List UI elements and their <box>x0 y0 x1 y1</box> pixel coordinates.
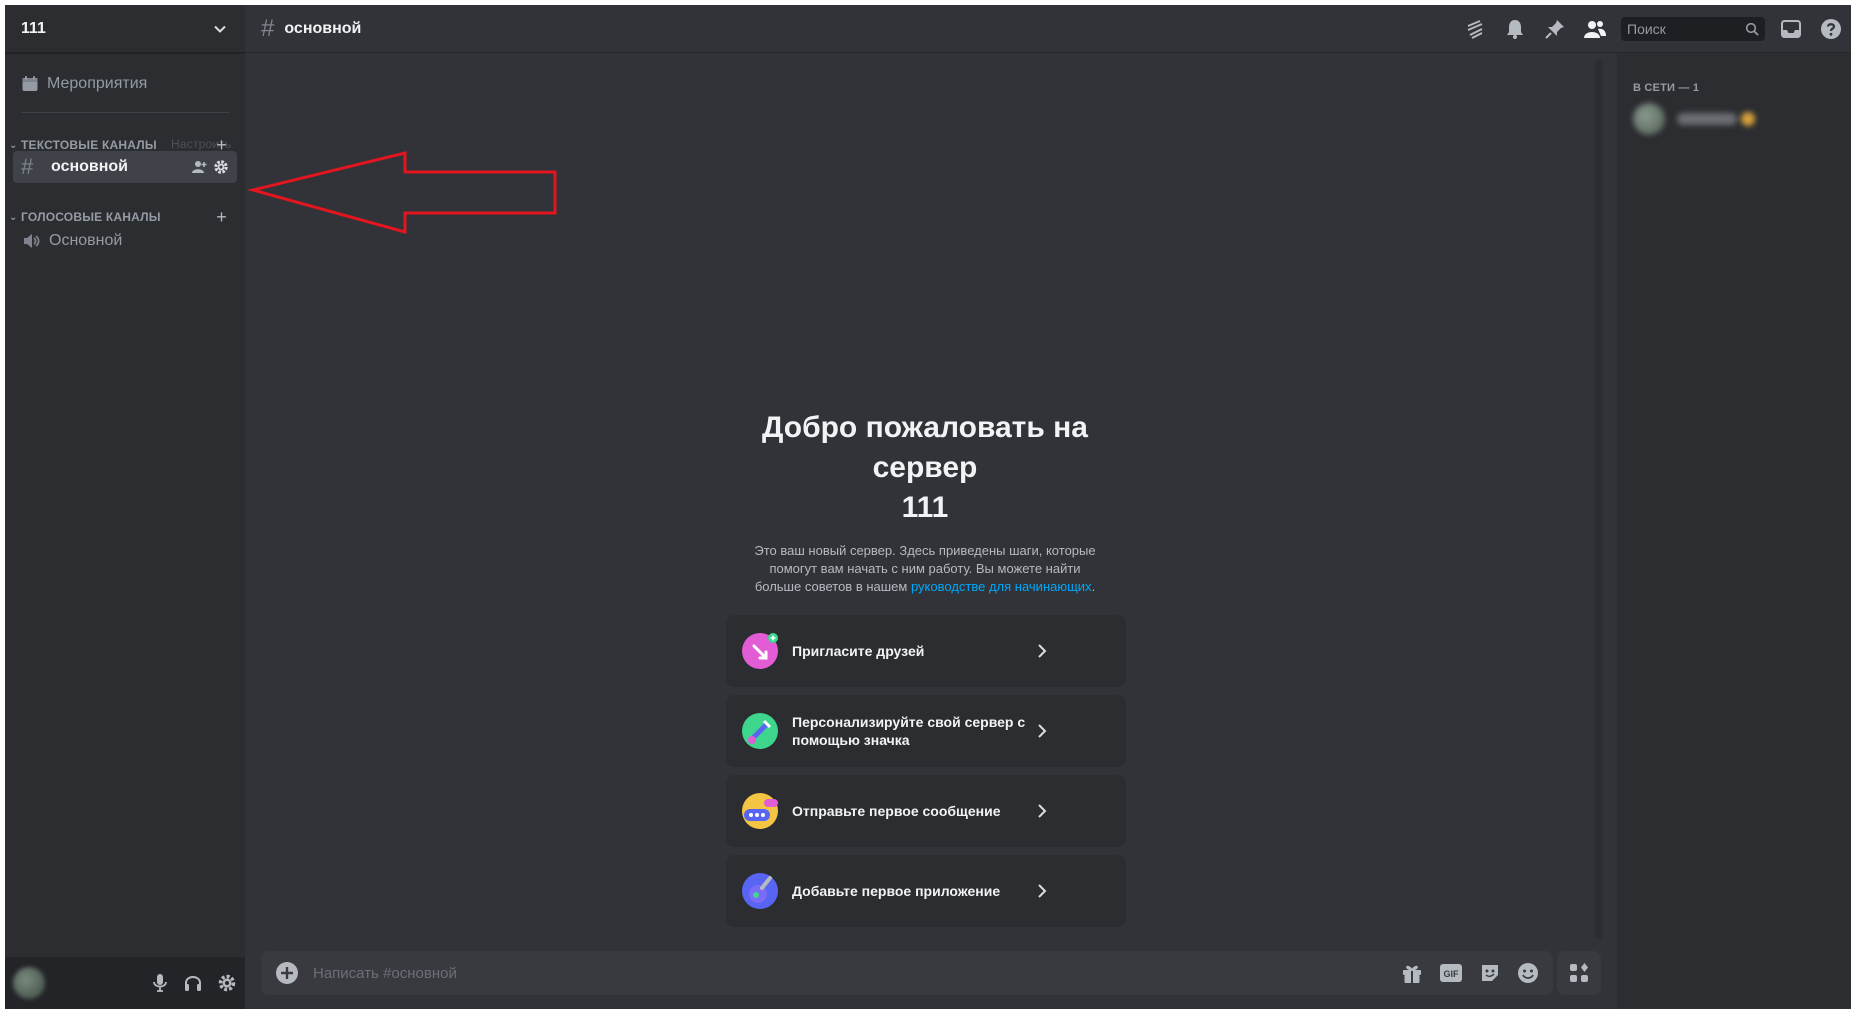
personalize-server-card[interactable]: Персонализируйте свой сервер с помощью з… <box>726 695 1126 767</box>
sidebar-divider <box>21 112 229 113</box>
avatar <box>1633 103 1665 135</box>
chevron-down-icon[interactable] <box>211 20 229 38</box>
help-icon[interactable] <box>1811 5 1851 53</box>
channel-title: основной <box>284 19 362 37</box>
chevron-right-icon <box>1032 803 1052 819</box>
voice-channel-item-osnovnoi[interactable]: Основной <box>13 225 237 257</box>
pin-icon[interactable] <box>1535 5 1575 53</box>
app-launcher-button[interactable] <box>1557 951 1601 995</box>
events-item[interactable]: Мероприятия <box>13 67 237 101</box>
welcome-section: Добро пожаловать на сервер 111 Это ваш н… <box>725 408 1125 596</box>
message-composer[interactable]: Написать #основной GIF <box>261 951 1553 995</box>
message-input-placeholder: Написать #основной <box>313 964 457 982</box>
apps-grid-icon <box>1570 963 1588 982</box>
emoji-icon[interactable] <box>1517 962 1539 984</box>
create-channel-plus-icon[interactable]: + <box>216 207 227 227</box>
gift-icon[interactable] <box>1401 962 1423 984</box>
brush-icon <box>742 713 778 749</box>
first-message-card[interactable]: Отправьте первое сообщение <box>726 775 1126 847</box>
card-label: Добавьте первое приложение <box>792 883 1001 899</box>
hash-icon: # <box>261 14 275 42</box>
svg-text:GIF: GIF <box>1444 969 1460 979</box>
gear-icon[interactable] <box>217 973 237 993</box>
card-label: Пригласите друзей <box>792 643 925 659</box>
app-icon <box>742 873 778 909</box>
caret-down-icon: ⌄ <box>9 139 18 151</box>
welcome-text-end: . <box>1091 579 1096 594</box>
threads-icon[interactable] <box>1455 5 1495 53</box>
category-label: ГОЛОСОВЫЕ КАНАЛЫ <box>21 210 161 224</box>
category-voice-channels[interactable]: ⌄ ГОЛОСОВЫЕ КАНАЛЫ + <box>5 207 245 227</box>
chat-area: Добро пожаловать на сервер 111 Это ваш н… <box>245 53 1607 1009</box>
server-header[interactable]: 111 <box>5 5 245 53</box>
headphones-icon[interactable] <box>183 973 203 993</box>
member-item[interactable] <box>1633 103 1755 135</box>
channel-sidebar: 111 Мероприятия ⌄ ТЕКСТОВЫЕ КАНАЛЫ Настр… <box>5 5 245 1009</box>
online-group-label: В СЕТИ — 1 <box>1633 82 1700 94</box>
server-name: 111 <box>21 19 46 37</box>
gif-icon[interactable]: GIF <box>1439 962 1463 984</box>
search-placeholder: Поиск <box>1627 21 1666 37</box>
invite-icon <box>742 633 778 669</box>
member-name-blurred <box>1677 113 1737 125</box>
scrollbar[interactable] <box>1595 59 1603 939</box>
welcome-title-text: Добро пожаловать на сервер <box>762 411 1088 484</box>
invite-friends-card[interactable]: Пригласите друзей <box>726 615 1126 687</box>
category-label: ТЕКСТОВЫЕ КАНАЛЫ <box>21 138 157 152</box>
chevron-right-icon <box>1032 883 1052 899</box>
card-label: Персонализируйте свой сервер с помощью з… <box>792 714 1026 748</box>
chevron-right-icon <box>1032 723 1052 739</box>
welcome-title: Добро пожаловать на сервер 111 <box>725 408 1125 528</box>
invite-member-icon[interactable] <box>191 159 207 175</box>
search-input[interactable]: Поиск <box>1621 17 1765 41</box>
user-panel: ​ ​ <box>5 957 245 1009</box>
search-icon <box>1745 22 1759 36</box>
add-app-card[interactable]: Добавьте первое приложение <box>726 855 1126 927</box>
chevron-right-icon <box>1032 643 1052 659</box>
card-label: Отправьте первое сообщение <box>792 803 1001 819</box>
members-icon[interactable] <box>1575 5 1615 53</box>
channel-name: Основной <box>49 232 123 249</box>
gear-icon[interactable] <box>213 159 229 175</box>
sticker-icon[interactable] <box>1479 962 1501 984</box>
caret-down-icon: ⌄ <box>9 211 18 223</box>
onboarding-cards: Пригласите друзей Персонализируйте свой … <box>726 615 1126 935</box>
user-status-blurred: ​ <box>53 984 84 997</box>
member-list: В СЕТИ — 1 <box>1617 53 1851 1009</box>
beginners-guide-link[interactable]: руководстве для начинающих <box>911 579 1092 594</box>
avatar[interactable] <box>13 967 45 999</box>
calendar-icon <box>22 76 38 91</box>
add-attachment-icon[interactable] <box>275 961 299 985</box>
discord-app-window: 111 Мероприятия ⌄ ТЕКСТОВЫЕ КАНАЛЫ Настр… <box>5 5 1851 1009</box>
microphone-icon[interactable] <box>151 973 169 993</box>
speaker-icon <box>24 234 40 248</box>
username-blurred: ​ <box>53 969 82 985</box>
welcome-description: Это ваш новый сервер. Здесь приведены ша… <box>725 542 1125 596</box>
welcome-server-name: 111 <box>901 491 949 524</box>
events-label: Мероприятия <box>47 75 148 92</box>
channel-name: основной <box>51 158 129 175</box>
user-info[interactable]: ​ ​ <box>53 970 84 997</box>
channel-header: # основной Поиск <box>245 5 1851 53</box>
hash-icon: # <box>21 154 34 179</box>
channel-item-osnovnoi[interactable]: # основной <box>13 151 237 183</box>
status-emoji-icon <box>1741 112 1755 126</box>
inbox-icon[interactable] <box>1771 5 1811 53</box>
message-icon <box>742 793 778 829</box>
bell-icon[interactable] <box>1495 5 1535 53</box>
